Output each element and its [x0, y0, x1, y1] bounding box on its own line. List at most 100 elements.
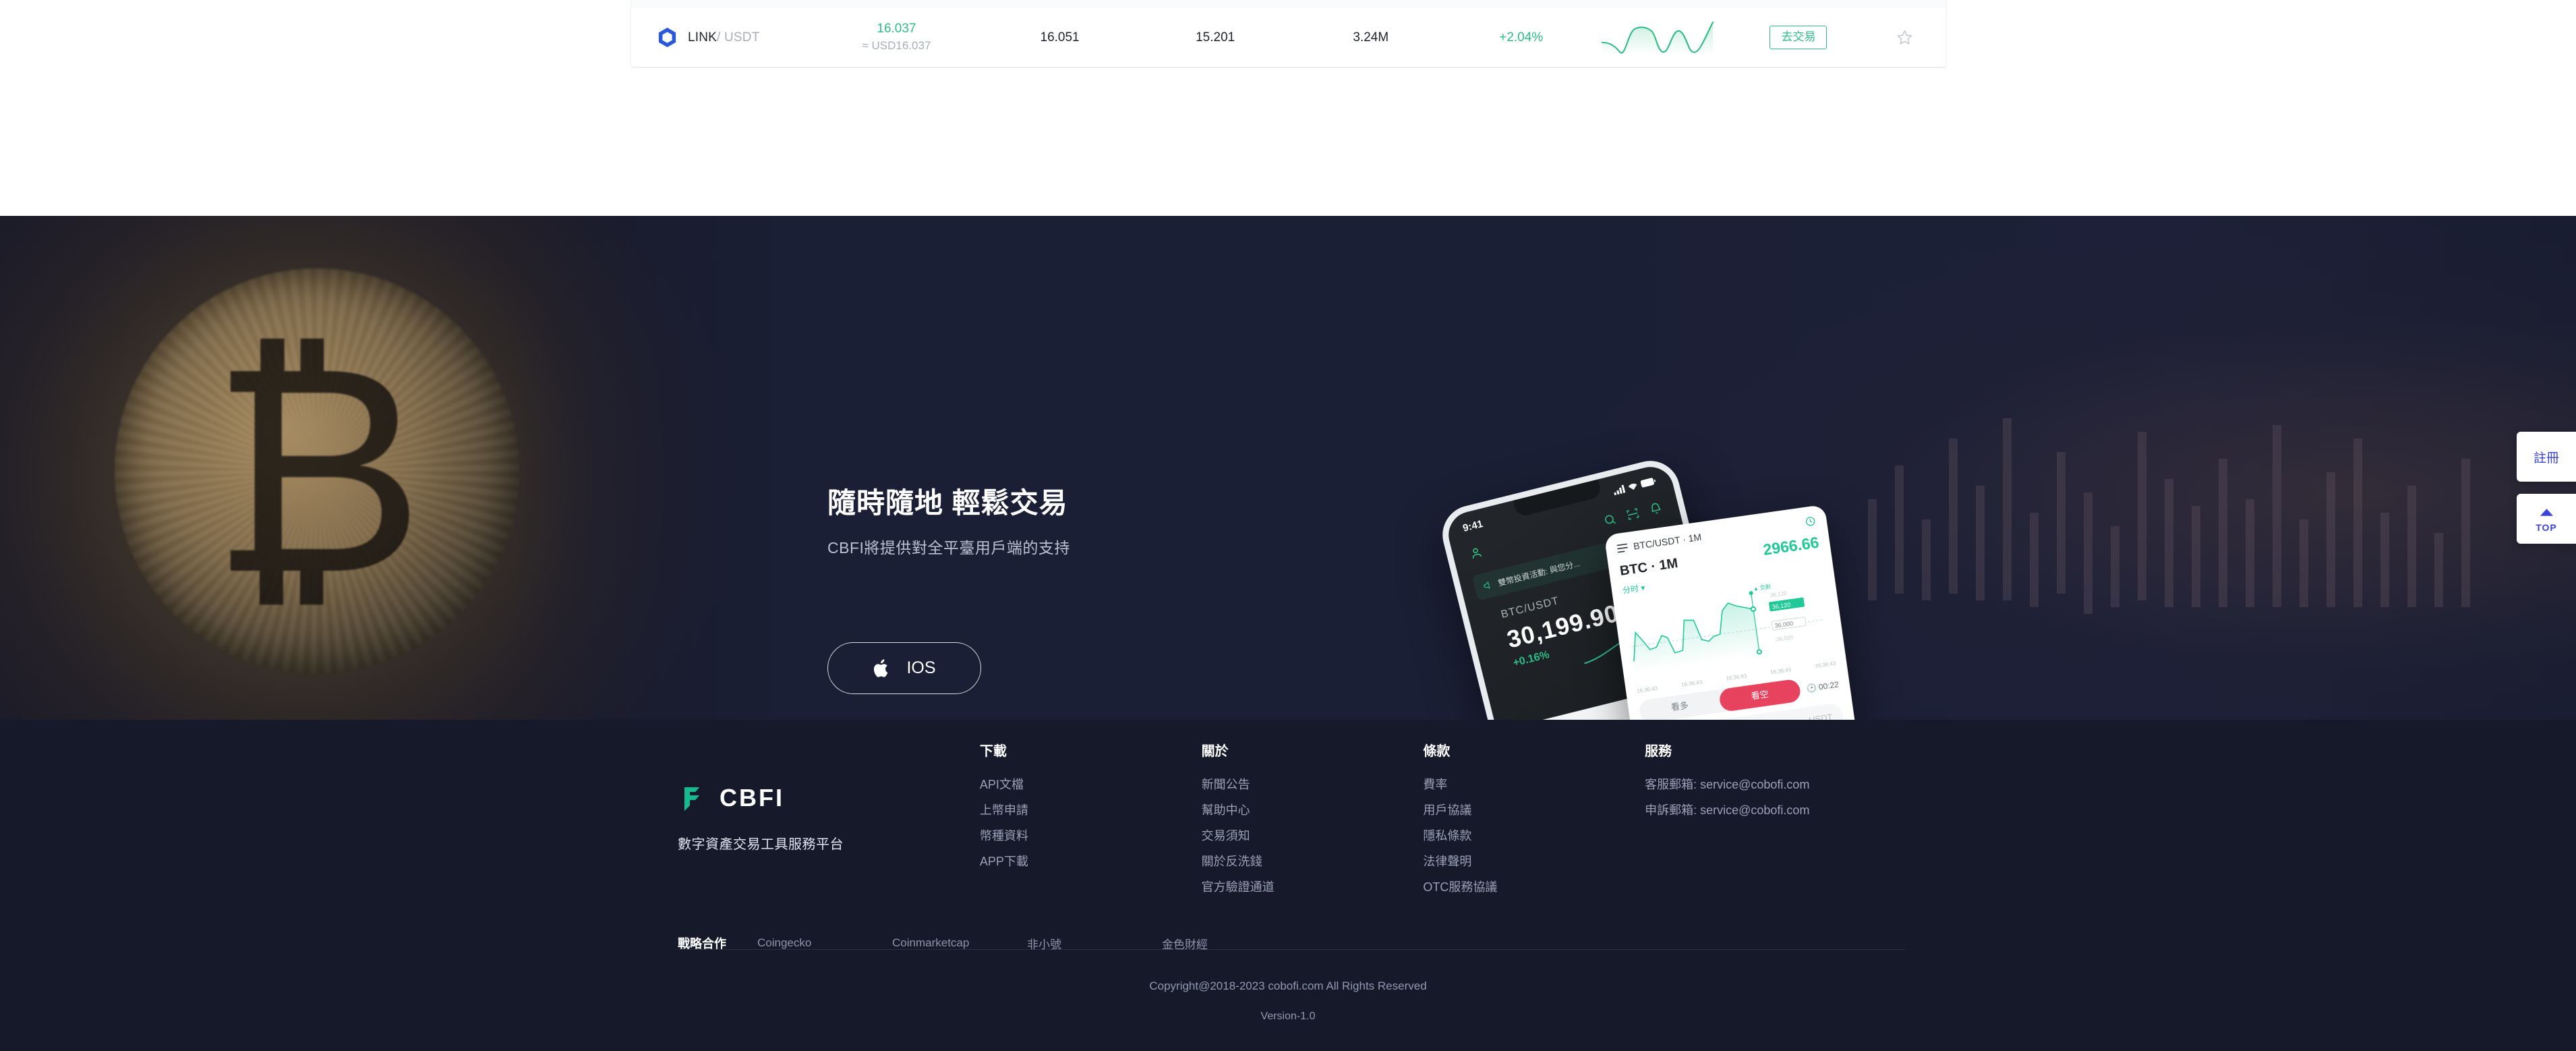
card-header-left: BTC/USDT · 1M	[1616, 532, 1702, 554]
svg-text:36,020: 36,020	[1776, 634, 1794, 642]
footer-link[interactable]: 申訴郵箱: service@cobofi.com	[1645, 797, 1905, 823]
footer-link[interactable]: 費率	[1423, 772, 1645, 797]
tab-short[interactable]: 看空	[1718, 678, 1802, 713]
download-ios-button[interactable]: IOS	[827, 642, 981, 694]
footer-column-download: 下載 API文檔 上幣申請 幣種資料 APP下載	[980, 740, 1202, 900]
status-icons	[1612, 477, 1656, 495]
scan-icon	[1626, 507, 1639, 520]
market-table: ₿ BTC/ USDT 45648.76 ≈ USD45648.76 45847…	[631, 0, 1947, 68]
high-price: 16.051	[1040, 30, 1080, 45]
last-price: 16.037	[877, 22, 916, 36]
footer-heading: 服務	[1645, 744, 1672, 759]
megaphone-icon	[1484, 581, 1490, 589]
bell-icon	[1651, 503, 1661, 513]
change-percent: +2.04%	[1499, 30, 1544, 45]
countdown-timer: 🕑 00:22	[1805, 679, 1840, 694]
hero-copy: 隨時隨地 輕鬆交易 CBFI將提供對全平臺用戶端的支持	[827, 486, 1340, 558]
footer-link[interactable]: OTC服務協議	[1423, 874, 1645, 900]
search-icon	[1604, 515, 1616, 523]
announcement-text: 雙幣投資活動: 與您分...	[1496, 558, 1581, 588]
history-icon	[1806, 517, 1815, 526]
x-tick: 16:36:43	[1636, 685, 1658, 695]
partner-link[interactable]: 金色財經	[1162, 935, 1297, 952]
svg-text:▲ 交割: ▲ 交割	[1753, 583, 1771, 592]
footer-link[interactable]: 交易須知	[1202, 823, 1424, 849]
footer-link[interactable]: 隱私條款	[1423, 823, 1645, 849]
table-row[interactable]: LINK/ USDT 16.037 ≈ USD16.037 16.051 15.…	[631, 8, 1946, 67]
x-tick: 16:36:43	[1725, 673, 1747, 682]
pair-cell: LINK/ USDT	[655, 26, 811, 49]
footer-link[interactable]: 法律聲明	[1423, 849, 1645, 874]
phone-mockup-trade-card: BTC/USDT · 1M BTC · 1M 2966.66 分时 ▾ 36,1…	[1604, 504, 1877, 720]
user-icon	[1472, 548, 1482, 559]
footer-link[interactable]: 新聞公告	[1202, 772, 1424, 797]
footer-column-about: 關於 新聞公告 幫助中心 交易須知 關於反洗錢 官方驗證通道	[1202, 740, 1424, 900]
svg-text:36,120: 36,120	[1770, 590, 1788, 598]
footer-column-service: 服務 客服郵箱: service@cobofi.com 申訴郵箱: servic…	[1645, 740, 1905, 900]
footer-link[interactable]: APP下載	[980, 849, 1202, 874]
cbfi-logo-icon	[678, 782, 710, 814]
tab-long[interactable]: 看多	[1638, 689, 1721, 720]
apple-icon	[873, 658, 891, 679]
register-button[interactable]: 註冊	[2517, 432, 2576, 482]
card-symbol: BTC · 1M	[1618, 555, 1679, 579]
floating-rail: 註冊 TOP	[2517, 432, 2576, 544]
sparkline-chart	[1593, 20, 1734, 56]
card-pair: BTC/USDT · 1M	[1633, 531, 1703, 552]
partners-label: 戰略合作	[678, 937, 726, 950]
pair-label: LINK/ USDT	[688, 30, 760, 45]
site-footer: CBFI 數字資產交易工具服務平台 下載 API文檔 上幣申請 幣種資料 APP…	[0, 720, 2576, 1051]
footer-heading: 下載	[979, 744, 1007, 759]
trade-action-cell: 去交易	[1734, 26, 1863, 49]
footer-brand: CBFI 數字資產交易工具服務平台	[678, 740, 980, 900]
footer-link[interactable]: 客服郵箱: service@cobofi.com	[1645, 772, 1905, 797]
footer-link[interactable]: API文檔	[980, 772, 1202, 797]
menu-icon	[1616, 543, 1628, 553]
status-time: 9:41	[1461, 518, 1484, 534]
partner-link[interactable]: 非小號	[1027, 935, 1162, 952]
partner-link[interactable]: Coingecko	[757, 936, 892, 950]
x-tick: 16:36:43	[1814, 660, 1836, 669]
footer-link[interactable]: 幫助中心	[1202, 797, 1424, 823]
footer-link[interactable]: 上幣申請	[980, 797, 1202, 823]
copyright-text: Copyright@2018-2023 cobofi.com All Right…	[1149, 979, 1427, 992]
caret-up-icon	[2540, 505, 2553, 520]
low-price: 15.201	[1196, 30, 1235, 45]
candlestick-decoration	[1868, 418, 2470, 614]
footer-link[interactable]: 關於反洗錢	[1202, 849, 1424, 874]
x-tick: 16:36:43	[1769, 666, 1792, 676]
go-trade-button[interactable]: 去交易	[1769, 26, 1827, 49]
price-usd: ≈ USD16.037	[862, 39, 931, 52]
volume: 3.24M	[1353, 30, 1389, 45]
version-text: Version-1.0	[1260, 1011, 1316, 1022]
partner-link[interactable]: Coinmarketcap	[892, 936, 1027, 950]
ios-label: IOS	[906, 658, 936, 677]
hero-subtitle: CBFI將提供對全平臺用戶端的支持	[827, 538, 1070, 557]
footer-heading: 關於	[1201, 744, 1229, 759]
partners-row: 戰略合作 Coingecko Coinmarketcap 非小號 金色財經	[678, 934, 1297, 952]
footer-columns-wrap: CBFI 數字資產交易工具服務平台 下載 API文檔 上幣申請 幣種資料 APP…	[678, 740, 1905, 900]
chainlink-icon	[655, 26, 678, 49]
footer-logo-text: CBFI	[720, 784, 784, 812]
footer-columns: CBFI 數字資產交易工具服務平台 下載 API文檔 上幣申請 幣種資料 APP…	[678, 740, 1905, 900]
x-tick: 16:36:43	[1680, 679, 1703, 688]
scroll-to-top-button[interactable]: TOP	[2517, 494, 2576, 544]
footer-tagline: 數字資產交易工具服務平台	[678, 837, 844, 852]
amount-unit: USDT	[1808, 711, 1834, 720]
top-label: TOP	[2536, 521, 2557, 533]
footer-link[interactable]: 幣種資料	[980, 823, 1202, 849]
card-value: 2966.66	[1761, 533, 1820, 559]
app-download-hero: 隨時隨地 輕鬆交易 CBFI將提供對全平臺用戶端的支持 IOS Android …	[0, 216, 2576, 720]
footer-heading: 條款	[1423, 744, 1451, 759]
footer-logo[interactable]: CBFI	[678, 782, 980, 814]
footer-link[interactable]: 用戶協議	[1423, 797, 1645, 823]
favorite-cell	[1863, 26, 1946, 49]
footer-column-terms: 條款 費率 用戶協議 隱私條款 法律聲明 OTC服務協議	[1423, 740, 1645, 900]
row-separator	[631, 0, 1946, 8]
app-mockup-group: 9:41 雙幣投資活動: 與您分... BTC/USDT 30,199.90 +…	[1436, 454, 1922, 720]
hero-title: 隨時隨地 輕鬆交易	[827, 487, 1068, 519]
favorite-star-icon[interactable]	[1894, 26, 1916, 49]
price-cell: 16.037 ≈ USD16.037	[811, 20, 983, 54]
footer-link[interactable]: 官方驗證通道	[1202, 874, 1424, 900]
market-section: ₿ BTC/ USDT 45648.76 ≈ USD45648.76 45847…	[0, 0, 2576, 216]
